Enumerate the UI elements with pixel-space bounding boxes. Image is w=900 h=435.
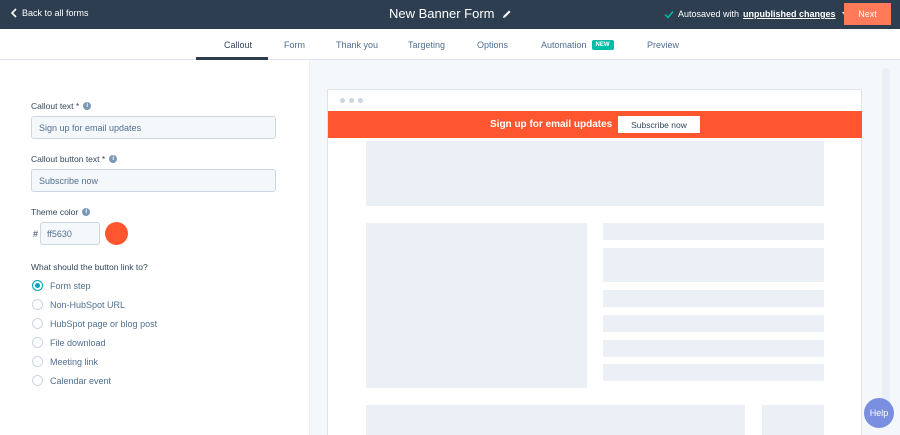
banner-text: Sign up for email updates — [490, 119, 613, 130]
tab-label: Callout — [224, 39, 253, 50]
radio-button[interactable] — [32, 337, 43, 348]
radio-button[interactable] — [32, 375, 43, 386]
label-text: Theme color — [31, 207, 79, 217]
theme-color-swatch[interactable] — [105, 222, 128, 245]
input-value: Sign up for email updates — [39, 122, 142, 133]
placeholder-block — [366, 141, 824, 206]
radio-non-hubspot-url[interactable]: Non-HubSpot URL — [32, 299, 125, 310]
tab-automation[interactable]: Automation NEW — [541, 29, 614, 60]
back-to-forms-link[interactable]: Back to all forms — [10, 8, 89, 18]
label-text: Callout button text * — [31, 154, 106, 164]
autosave-status[interactable]: Autosaved with unpublished changes — [664, 9, 848, 19]
browser-dots — [340, 98, 363, 103]
placeholder-block — [366, 405, 745, 435]
placeholder-block — [603, 290, 824, 307]
browser-dot — [358, 98, 363, 103]
tab-thank-you[interactable]: Thank you — [336, 29, 378, 60]
radio-button[interactable] — [32, 280, 43, 291]
form-title-text: New Banner Form — [389, 6, 495, 21]
browser-dot — [340, 98, 345, 103]
tab-preview[interactable]: Preview — [647, 29, 679, 60]
theme-color-input[interactable]: ff5630 — [40, 222, 100, 245]
tabs-bar: Callout Form Thank you Targeting Options… — [0, 29, 900, 60]
radio-button[interactable] — [32, 299, 43, 310]
tab-callout[interactable]: Callout — [195, 29, 269, 60]
radio-label: Form step — [50, 280, 91, 291]
new-badge: NEW — [591, 39, 614, 50]
next-button[interactable]: Next — [844, 3, 891, 25]
info-icon[interactable]: i — [109, 155, 118, 163]
tab-options[interactable]: Options — [477, 29, 508, 60]
link-question-label: What should the button link to? — [31, 262, 148, 272]
help-button[interactable]: Help — [864, 398, 894, 428]
radio-button[interactable] — [32, 318, 43, 329]
label-text: Callout text * — [31, 101, 80, 111]
theme-color-label: Theme color i — [31, 207, 91, 217]
radio-label: File download — [50, 337, 106, 348]
radio-label: Calendar event — [50, 375, 112, 386]
tab-label: Targeting — [408, 39, 446, 50]
placeholder-block — [603, 340, 824, 357]
placeholder-block — [603, 223, 824, 240]
banner-subscribe-button[interactable]: Subscribe now — [618, 116, 700, 133]
top-bar: Back to all forms New Banner Form Autosa… — [0, 0, 900, 29]
placeholder-block — [603, 315, 824, 332]
radio-meeting-link[interactable]: Meeting link — [32, 356, 98, 367]
radio-hubspot-page[interactable]: HubSpot page or blog post — [32, 318, 157, 329]
info-icon[interactable]: i — [82, 208, 91, 216]
browser-dot — [349, 98, 354, 103]
radio-file-download[interactable]: File download — [32, 337, 106, 348]
tab-label: Preview — [647, 39, 680, 50]
placeholder-block — [603, 364, 824, 381]
placeholder-block — [366, 223, 587, 388]
tab-label: Form — [284, 39, 305, 50]
radio-label: HubSpot page or blog post — [50, 318, 158, 329]
autosave-prefix: Autosaved with — [678, 9, 740, 19]
tab-targeting[interactable]: Targeting — [408, 29, 445, 60]
preview-scrollbar[interactable] — [882, 68, 890, 423]
input-value: Subscribe now — [39, 175, 99, 186]
callout-button-text-input[interactable]: Subscribe now — [31, 169, 276, 192]
check-icon — [664, 10, 674, 19]
chevron-left-icon — [10, 8, 17, 18]
callout-text-label: Callout text * i — [31, 101, 92, 111]
tab-form[interactable]: Form — [284, 29, 305, 60]
info-icon[interactable]: i — [83, 102, 92, 110]
radio-label: Meeting link — [50, 356, 99, 367]
placeholder-block — [762, 405, 824, 435]
tab-label: Options — [477, 39, 509, 50]
unpublished-changes-link[interactable]: unpublished changes — [743, 9, 836, 19]
radio-form-step[interactable]: Form step — [32, 280, 91, 291]
pencil-icon[interactable] — [502, 9, 512, 19]
callout-text-input[interactable]: Sign up for email updates — [31, 116, 276, 139]
radio-calendar-event[interactable]: Calendar event — [32, 375, 111, 386]
radio-label: Non-HubSpot URL — [50, 299, 126, 310]
callout-button-text-label: Callout button text * i — [31, 154, 118, 164]
back-label: Back to all forms — [22, 8, 89, 18]
form-title[interactable]: New Banner Form — [389, 6, 512, 21]
radio-button[interactable] — [32, 356, 43, 367]
hash-prefix: # — [33, 229, 39, 239]
label-text: What should the button link to? — [31, 262, 148, 272]
tab-label: Automation — [541, 39, 587, 50]
tab-label: Thank you — [336, 39, 379, 50]
placeholder-block — [603, 248, 824, 282]
input-value: ff5630 — [47, 228, 72, 239]
